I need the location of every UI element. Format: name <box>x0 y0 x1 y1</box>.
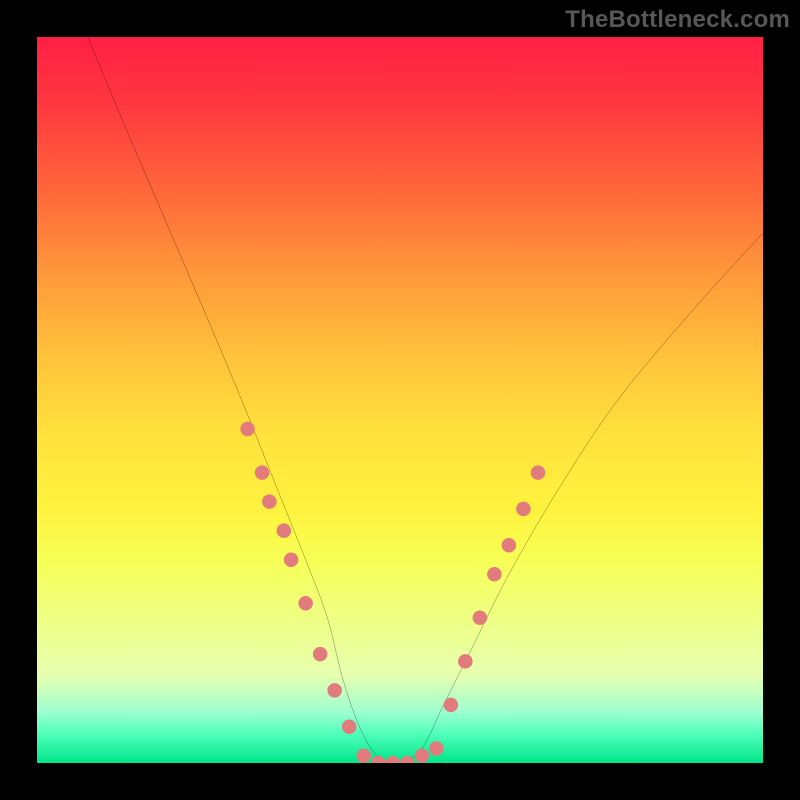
data-point <box>458 654 473 669</box>
chart-frame: TheBottleneck.com <box>0 0 800 800</box>
data-point <box>429 741 444 756</box>
data-point <box>473 611 488 626</box>
data-point <box>277 523 292 538</box>
plot-area <box>37 37 763 763</box>
bottleneck-curve <box>88 37 763 763</box>
chart-svg <box>37 37 763 763</box>
data-point <box>415 748 430 763</box>
data-point <box>342 719 357 734</box>
data-point <box>240 422 255 437</box>
data-point <box>502 538 517 553</box>
data-point <box>400 756 415 763</box>
data-point <box>313 647 328 662</box>
data-point <box>516 502 531 517</box>
data-point <box>298 596 313 611</box>
data-point <box>371 756 386 763</box>
data-point <box>262 494 277 509</box>
data-point <box>385 756 400 763</box>
data-point <box>356 748 371 763</box>
data-point <box>531 465 546 480</box>
data-point <box>327 683 342 698</box>
data-point <box>284 552 299 567</box>
data-point <box>487 567 502 582</box>
data-point <box>255 465 270 480</box>
data-point <box>444 698 459 713</box>
watermark-text: TheBottleneck.com <box>565 6 790 34</box>
